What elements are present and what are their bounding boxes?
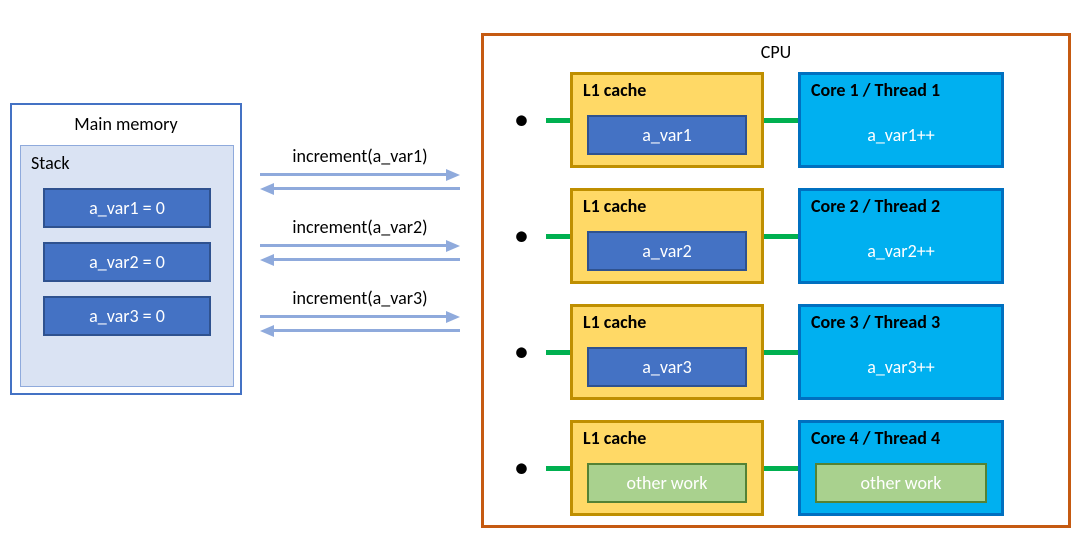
cache-title: L1 cache <box>573 191 761 217</box>
cpu-row: • L1 cache other work Core 4 / Thread 4 … <box>514 420 1004 516</box>
core-value: a_var3++ <box>815 347 987 387</box>
core-title: Core 1 / Thread 1 <box>801 75 1001 101</box>
main-memory-box: Main memory Stack a_var1 = 0 a_var2 = 0 … <box>10 103 242 395</box>
core-box: Core 3 / Thread 3 a_var3++ <box>798 304 1004 400</box>
cache-title: L1 cache <box>573 75 761 101</box>
increment-call-1: increment(a_var1) <box>260 145 460 197</box>
cache-title: L1 cache <box>573 307 761 333</box>
l1-cache-box: L1 cache a_var1 <box>570 72 764 168</box>
connector-icon <box>764 466 798 471</box>
cache-value: a_var2 <box>587 231 747 271</box>
call-label: increment(a_var3) <box>260 287 460 309</box>
l1-cache-box: L1 cache other work <box>570 420 764 516</box>
stack-var: a_var1 = 0 <box>43 188 211 228</box>
core-title: Core 4 / Thread 4 <box>801 423 1001 449</box>
increment-call-2: increment(a_var2) <box>260 216 460 268</box>
cache-value: a_var1 <box>587 115 747 155</box>
arrow-right-icon <box>260 240 460 252</box>
bullet-icon: • <box>514 337 546 367</box>
l1-cache-box: L1 cache a_var3 <box>570 304 764 400</box>
core-box: Core 2 / Thread 2 a_var2++ <box>798 188 1004 284</box>
cache-title: L1 cache <box>573 423 761 449</box>
cpu-row: • L1 cache a_var1 Core 1 / Thread 1 a_va… <box>514 72 1004 168</box>
call-label: increment(a_var1) <box>260 145 460 167</box>
cpu-box: CPU • L1 cache a_var1 Core 1 / Thread 1 … <box>481 33 1071 528</box>
cache-value: other work <box>587 463 747 503</box>
core-value: a_var1++ <box>815 115 987 155</box>
arrow-left-icon <box>260 254 460 266</box>
l1-cache-box: L1 cache a_var2 <box>570 188 764 284</box>
stack-var: a_var2 = 0 <box>43 242 211 282</box>
stack-var: a_var3 = 0 <box>43 296 211 336</box>
cpu-row: • L1 cache a_var3 Core 3 / Thread 3 a_va… <box>514 304 1004 400</box>
arrow-left-icon <box>260 183 460 195</box>
connector-icon <box>546 350 570 355</box>
bullet-icon: • <box>514 453 546 483</box>
bullet-icon: • <box>514 221 546 251</box>
main-memory-title: Main memory <box>12 105 240 141</box>
arrow-right-icon <box>260 311 460 323</box>
arrow-right-icon <box>260 169 460 181</box>
increment-call-3: increment(a_var3) <box>260 287 460 339</box>
core-value: a_var2++ <box>815 231 987 271</box>
connector-icon <box>546 118 570 123</box>
connector-icon <box>764 234 798 239</box>
core-title: Core 2 / Thread 2 <box>801 191 1001 217</box>
cpu-label: CPU <box>484 41 1068 63</box>
stack-label: Stack <box>21 146 233 174</box>
stack-box: Stack a_var1 = 0 a_var2 = 0 a_var3 = 0 <box>20 145 234 387</box>
connector-icon <box>764 118 798 123</box>
core-title: Core 3 / Thread 3 <box>801 307 1001 333</box>
cache-value: a_var3 <box>587 347 747 387</box>
connector-icon <box>546 234 570 239</box>
connector-icon <box>546 466 570 471</box>
arrow-left-icon <box>260 325 460 337</box>
core-value: other work <box>815 463 987 503</box>
core-box: Core 4 / Thread 4 other work <box>798 420 1004 516</box>
call-label: increment(a_var2) <box>260 216 460 238</box>
core-box: Core 1 / Thread 1 a_var1++ <box>798 72 1004 168</box>
bullet-icon: • <box>514 105 546 135</box>
cpu-row: • L1 cache a_var2 Core 2 / Thread 2 a_va… <box>514 188 1004 284</box>
connector-icon <box>764 350 798 355</box>
